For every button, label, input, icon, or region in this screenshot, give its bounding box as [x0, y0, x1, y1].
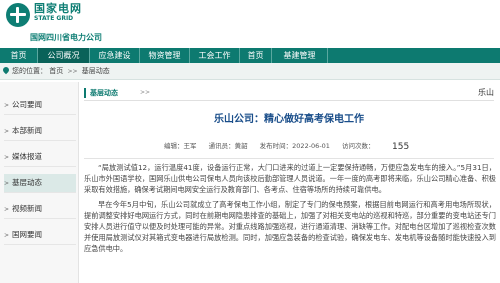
view-count: 155 [392, 142, 410, 152]
sidebar-item-video[interactable]: > 视频新闻 [4, 200, 76, 219]
site-header: 国家电网 STATE GRID 国网四川省电力公司 [0, 0, 500, 46]
chevron-right-icon: > [4, 206, 10, 213]
meta-editor: 编辑：王军 [164, 142, 197, 150]
sidebar-item-media[interactable]: > 媒体报道 [4, 148, 76, 167]
chevron-right-icon: >> [140, 89, 151, 96]
meta-views-label: 访问次数： [342, 142, 375, 150]
article-content: 基层动态 >> 乐山 乐山公司：精心做好高考保电工作 编辑：王军 通讯员：黄韶 … [84, 82, 496, 283]
section-right-text: 乐山 [478, 88, 494, 97]
sidebar: > 公司要闻 > 本部新闻 > 媒体报道 > 基层动态 > 视频新闻 > 国网要闻 [0, 82, 79, 283]
chevron-right-icon: >> [67, 68, 78, 75]
divider [84, 158, 494, 159]
nav-item-union[interactable]: 工会工作 [190, 48, 240, 63]
location-pin-icon [1, 65, 11, 75]
article-title: 乐山公司：精心做好高考保电工作 [214, 114, 364, 125]
sidebar-item-sgcc-news[interactable]: > 国网要闻 [4, 226, 76, 245]
chevron-right-icon: > [4, 180, 10, 187]
main-nav: 首页 公司概况 应急建设 物资管理 工会工作 首页 基建管理 [0, 48, 500, 63]
section-header: 基层动态 >> 乐山 [84, 86, 494, 101]
chevron-right-icon: > [4, 232, 10, 239]
sidebar-item-company-news[interactable]: > 公司要闻 [4, 96, 76, 115]
sidebar-item-grassroots[interactable]: > 基层动态 [4, 174, 76, 193]
nav-item-home-2[interactable]: 首页 [240, 48, 272, 63]
breadcrumb: 您的位置： 首页 >> 基层动态 [0, 63, 500, 80]
meta-source: 通讯员：黄韶 [208, 142, 248, 150]
company-name: 国网四川省电力公司 [30, 33, 102, 42]
logo-text-cn: 国家电网 [34, 2, 82, 15]
section-label: 基层动态 [90, 89, 118, 97]
breadcrumb-home[interactable]: 首页 [49, 67, 63, 75]
section-marker [84, 88, 86, 98]
nav-item-home[interactable]: 首页 [0, 48, 38, 63]
article-body: “局放测试值12，运行温度41度，设备运行正常，大门口进来的过道上一定要保持通畅… [84, 162, 496, 258]
article-paragraph: 早在今年5月中旬，乐山公司就成立了高考保电工作小组，制定了专门的保电预案，根据目… [84, 200, 496, 253]
chevron-right-icon: > [4, 154, 10, 161]
chevron-right-icon: > [4, 128, 10, 135]
nav-item-company-overview[interactable]: 公司概况 [38, 48, 90, 63]
nav-item-emergency[interactable]: 应急建设 [90, 48, 140, 63]
logo[interactable]: 国家电网 STATE GRID [6, 3, 82, 27]
article-paragraph: “局放测试值12，运行温度41度，设备运行正常，大门口进来的过道上一定要保持通畅… [84, 163, 496, 194]
logo-text-en: STATE GRID [34, 15, 74, 22]
nav-item-materials[interactable]: 物资管理 [140, 48, 190, 63]
sidebar-item-hq-news[interactable]: > 本部新闻 [4, 122, 76, 141]
meta-date: 发布时间：2022-06-01 [259, 142, 330, 150]
article-meta: 编辑：王军 通讯员：黄韶 发布时间：2022-06-01 访问次数： [164, 140, 464, 152]
breadcrumb-current[interactable]: 基层动态 [82, 67, 110, 75]
chevron-right-icon: > [4, 102, 10, 109]
state-grid-logo-icon [6, 3, 30, 27]
breadcrumb-prefix: 您的位置： [12, 67, 47, 75]
nav-item-infrastructure[interactable]: 基建管理 [272, 48, 328, 63]
